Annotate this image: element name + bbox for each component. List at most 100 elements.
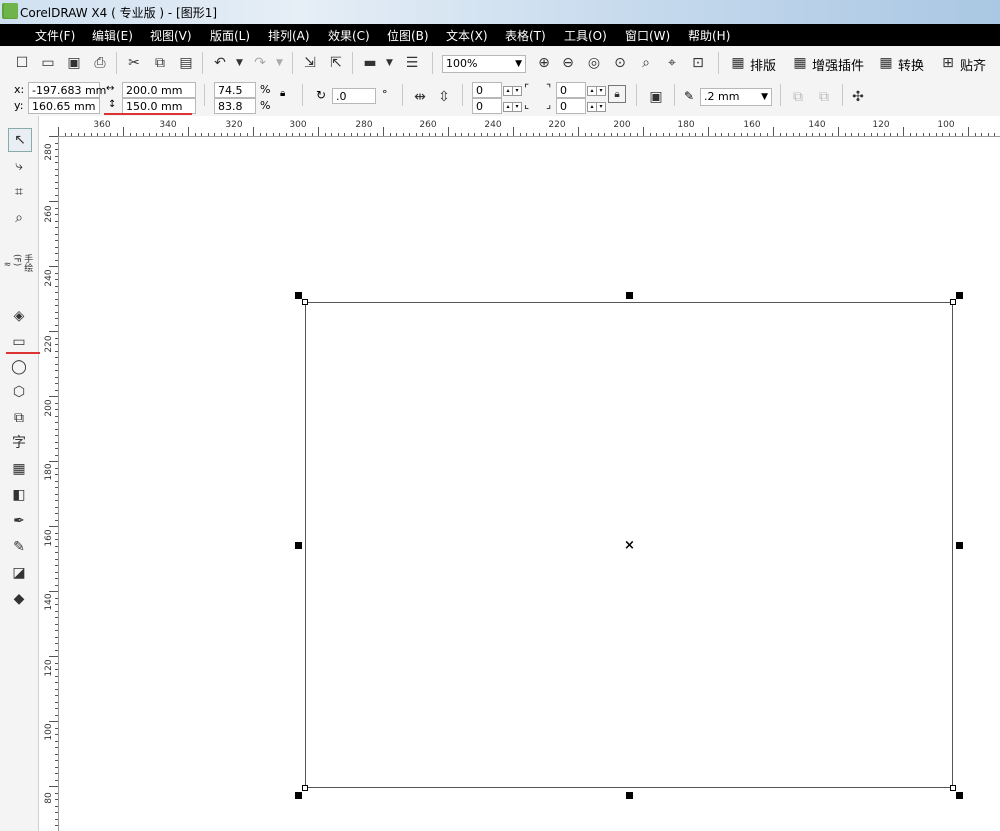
enhance-plugin-button[interactable]: 增强插件 [812, 55, 864, 74]
selection-handle[interactable] [956, 792, 963, 799]
smart-fill-tool-icon[interactable]: ◈ [8, 305, 30, 327]
spin-down-icon[interactable]: ▾ [596, 86, 606, 96]
application-launcher-icon[interactable]: ▬ [360, 53, 380, 73]
menu-layout[interactable]: 版面(L) [210, 27, 250, 44]
selection-handle[interactable] [956, 542, 963, 549]
zoom-selected-icon[interactable]: ⊙ [610, 53, 630, 73]
horizontal-ruler[interactable] [58, 116, 1000, 137]
menu-window[interactable]: 窗口(W) [625, 27, 670, 44]
corner-radius-top-left[interactable]: 0 [472, 82, 502, 98]
fill-tool-icon[interactable]: ◪ [8, 562, 30, 584]
spin-down-icon[interactable]: ▾ [596, 102, 606, 112]
save-icon[interactable]: ▣ [64, 53, 84, 73]
crop-tool-icon[interactable]: ⌗ [8, 181, 30, 203]
rectangle-tool-icon[interactable]: ▭ [8, 331, 30, 353]
zoom-page-width-icon[interactable]: ⊡ [688, 53, 708, 73]
zoom-tool-icon[interactable]: ⌕ [8, 207, 30, 229]
selection-handle[interactable] [626, 792, 633, 799]
undo-dropdown-icon[interactable]: ▼ [236, 58, 243, 68]
to-front-icon[interactable]: ⧉ [788, 87, 808, 107]
layout-plugin-button[interactable]: 排版 [750, 55, 776, 74]
export-icon[interactable]: ⇱ [326, 53, 346, 73]
corner-radius-bottom-right[interactable]: 0 [556, 98, 586, 114]
scale-y-input[interactable]: 83.8 [214, 98, 256, 114]
document-icon[interactable] [4, 3, 18, 18]
selection-handle[interactable] [295, 792, 302, 799]
menu-file[interactable]: 文件(F) [35, 27, 75, 44]
height-input[interactable]: 150.0 mm [122, 98, 196, 114]
scale-x-input[interactable]: 74.5 [214, 82, 256, 98]
convert-plugin-button[interactable]: 转换 [898, 55, 924, 74]
corner-node[interactable] [950, 785, 956, 791]
ellipse-tool-icon[interactable]: ◯ [8, 356, 30, 378]
import-icon[interactable]: ⇲ [300, 53, 320, 73]
round-corners-together-icon[interactable]: 🔒︎ [608, 85, 626, 103]
zoom-in-icon[interactable]: ⊕ [534, 53, 554, 73]
ruler-origin[interactable] [38, 116, 59, 137]
menu-edit[interactable]: 编辑(E) [92, 27, 133, 44]
selection-handle[interactable] [295, 292, 302, 299]
redo-dropdown-icon[interactable]: ▼ [276, 58, 283, 68]
corner-node[interactable] [302, 299, 308, 305]
zoom-all-objects-icon[interactable]: ⌕ [636, 53, 656, 73]
pick-tool-icon[interactable]: ↖ [8, 128, 32, 152]
spin-down-icon[interactable]: ▾ [512, 86, 522, 96]
redo-icon[interactable]: ↷ [250, 53, 270, 73]
convert-plugin-icon[interactable]: ▦ [876, 53, 896, 73]
interactive-fill-tool-icon[interactable]: ◆ [8, 588, 30, 610]
paste-icon[interactable]: ▤ [176, 53, 196, 73]
snap-plugin-button[interactable]: 贴齐 [960, 55, 986, 74]
menu-tools[interactable]: 工具(O) [564, 27, 607, 44]
menu-effects[interactable]: 效果(C) [328, 27, 370, 44]
table-tool-icon[interactable]: ▦ [8, 458, 30, 480]
undo-icon[interactable]: ↶ [210, 53, 230, 73]
text-tool-icon[interactable]: 字 [8, 431, 30, 453]
corner-node[interactable] [950, 299, 956, 305]
y-position-input[interactable]: 160.65 mm [28, 98, 100, 114]
new-document-icon[interactable]: ☐ [12, 53, 32, 73]
to-back-icon[interactable]: ⧉ [814, 87, 834, 107]
polygon-tool-icon[interactable]: ⬡ [8, 381, 30, 403]
layout-plugin-icon[interactable]: ▦ [728, 53, 748, 73]
outline-tool-icon[interactable]: ✎ [8, 536, 30, 558]
rotation-input[interactable]: .0 [332, 88, 376, 104]
lock-ratio-icon[interactable]: 🔒︎ [280, 88, 285, 99]
menu-bitmaps[interactable]: 位图(B) [387, 27, 429, 44]
corner-node[interactable] [302, 785, 308, 791]
spin-down-icon[interactable]: ▾ [512, 102, 522, 112]
zoom-page-icon[interactable]: ⌖ [662, 53, 682, 73]
corner-radius-bottom-left[interactable]: 0 [472, 98, 502, 114]
mirror-vertical-icon[interactable]: ⇳ [434, 87, 454, 107]
corner-radius-top-right[interactable]: 0 [556, 82, 586, 98]
copy-icon[interactable]: ⧉ [150, 53, 170, 73]
zoom-out-icon[interactable]: ⊖ [558, 53, 578, 73]
launcher-dropdown-icon[interactable]: ▼ [386, 58, 393, 68]
selection-handle[interactable] [295, 542, 302, 549]
zoom-one-shot-icon[interactable]: ◎ [584, 53, 604, 73]
interactive-blend-tool-icon[interactable]: ◧ [8, 484, 30, 506]
basic-shapes-tool-icon[interactable]: ⧉ [8, 407, 30, 429]
wrap-text-icon[interactable]: ▣ [646, 87, 666, 107]
menu-text[interactable]: 文本(X) [446, 27, 488, 44]
cut-icon[interactable]: ✂ [124, 53, 144, 73]
eyedropper-tool-icon[interactable]: ✒ [8, 510, 30, 532]
x-position-input[interactable]: -197.683 mm [28, 82, 106, 98]
snap-plugin-icon[interactable]: ⊞ [938, 53, 958, 73]
center-marker-icon[interactable]: × [624, 538, 635, 553]
outline-width-select[interactable]: .2 mm ▼ [700, 88, 772, 106]
shape-tool-icon[interactable]: ⤷ [8, 155, 30, 177]
freehand-tool-button[interactable]: ≈ 手绘(F) [4, 254, 34, 276]
menu-view[interactable]: 视图(V) [150, 27, 192, 44]
selection-handle[interactable] [626, 292, 633, 299]
open-folder-icon[interactable]: ▭ [38, 53, 58, 73]
convert-to-curves-icon[interactable]: ✣ [848, 87, 868, 107]
print-icon[interactable]: ⎙ [90, 53, 110, 73]
menu-table[interactable]: 表格(T) [505, 27, 546, 44]
zoom-level-select[interactable]: 100% ▼ [442, 55, 526, 73]
menu-help[interactable]: 帮助(H) [688, 27, 730, 44]
enhance-plugin-icon[interactable]: ▦ [790, 53, 810, 73]
menu-arrange[interactable]: 排列(A) [268, 27, 310, 44]
mirror-horizontal-icon[interactable]: ⇹ [410, 87, 430, 107]
width-input[interactable]: 200.0 mm [122, 82, 196, 98]
selection-handle[interactable] [956, 292, 963, 299]
